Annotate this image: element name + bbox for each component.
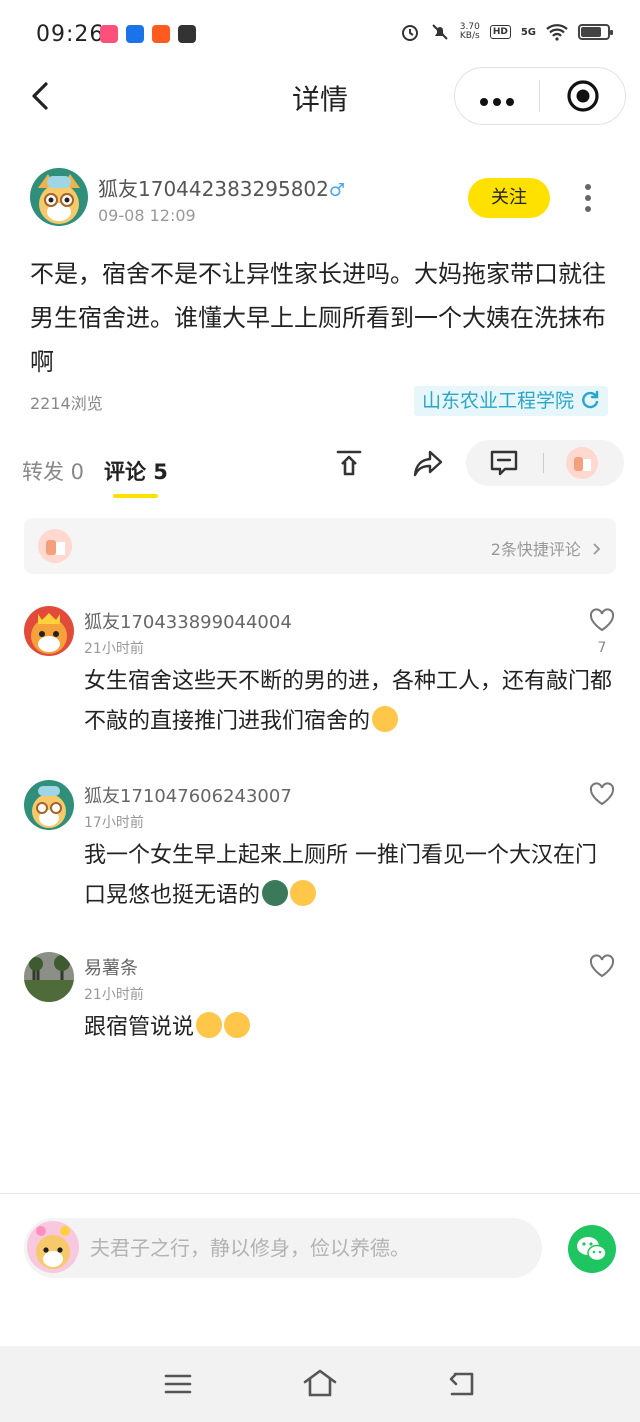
emoji-icon [196,1012,223,1038]
app-notification-icon [100,25,118,43]
fox-avatar-icon [24,606,74,656]
reaction-pill [466,440,624,486]
vertical-more-icon[interactable] [580,182,596,214]
emoji-icon [372,706,399,732]
comment-input-bar [24,1218,542,1278]
pill-divider [543,453,544,473]
wechat-share-button[interactable] [568,1225,616,1273]
post-time: 09-08 12:09 [98,206,196,225]
emoji-icon [290,880,317,906]
hd-badge: HD [489,25,511,39]
mute-bell-icon [432,24,448,40]
comment-input[interactable] [90,1228,520,1268]
school-tag[interactable]: 山东农业工程学院 [413,386,608,416]
comment-text: 我一个女生早上起来上厕所 一推门看见一个大汉在门口晃悠也挺无语的 [84,843,597,908]
system-nav-bar [0,1346,640,1422]
app-notification-icon [178,25,196,43]
wifi-icon [546,24,568,41]
status-app-icons [100,25,196,43]
my-avatar [27,1221,79,1273]
commenter-avatar[interactable] [24,606,74,656]
thumbs-up-avatar-icon[interactable] [566,447,598,479]
target-circle-icon [566,80,599,112]
status-time: 09:26 [36,22,105,47]
net-speed: 3.70 KB/s [459,22,480,41]
app-notification-icon [126,25,144,43]
post-header: 狐友170442383295802♂ 09-08 12:09 关注 [30,168,610,228]
fox-avatar-icon [27,1221,79,1273]
commenter-name[interactable]: 易薯条 [84,954,138,980]
status-bar: 09:26 3.70 KB/s HD 5G [0,0,640,70]
landscape-avatar-icon [24,952,74,1002]
pin-top-icon[interactable] [334,448,364,478]
share-arrow-icon[interactable] [412,448,444,478]
commenter-name[interactable]: 狐友171047606243007 [84,782,292,808]
refresh-icon [582,390,599,409]
home-icon[interactable] [302,1368,338,1398]
comment-time: 21小时前 [84,641,144,657]
comment-time: 17小时前 [84,815,144,831]
signal-5g: 5G [520,26,536,38]
fox-avatar-icon [30,168,88,226]
post-tabs: 转发 0 评论 5 [0,440,640,500]
status-indicators: 3.70 KB/s HD 5G [400,22,613,42]
nav-bar: 详情 [0,64,640,128]
tab-comments[interactable]: 评论 5 [104,456,168,486]
comment-text: 女生宿舍这些天不断的男的进，各种工人，还有敲门都不敲的直接推门进我们宿舍的 [84,669,613,734]
alarm-icon [401,25,418,41]
more-dots-icon [480,97,514,106]
quick-comments-bar[interactable]: 2条快捷评论 [24,518,616,574]
bottom-divider [0,1193,640,1194]
active-tab-indicator [113,494,158,498]
emoji-icon [224,1012,251,1038]
commenter-avatar[interactable] [24,952,74,1002]
close-mini-program-button[interactable] [540,79,625,113]
follow-button[interactable]: 关注 [468,178,550,218]
comment-time: 21小时前 [84,987,144,1003]
quick-comments-label: 2条快捷评论 [491,536,604,560]
comment-bubble-icon[interactable] [488,448,520,478]
back-icon[interactable] [446,1370,478,1398]
like-count: 7 [597,640,607,656]
heart-icon[interactable] [589,782,615,806]
commenter-avatar[interactable] [24,780,74,830]
heart-icon[interactable] [589,954,615,978]
mini-program-capsule [454,67,626,125]
chevron-right-icon [593,543,601,555]
battery-icon [578,24,613,40]
menu-icon[interactable] [164,1372,192,1396]
male-gender-icon: ♂ [328,180,346,201]
post-content: 不是，宿舍不是不让异性家长进吗。大妈拖家带口就往男生宿舍进。谁懂大早上上厕所看到… [30,260,606,376]
emoji-icon [262,880,289,906]
author-avatar[interactable] [30,168,88,226]
author-name[interactable]: 狐友170442383295802♂ [98,173,345,202]
heart-icon[interactable] [589,608,615,632]
wechat-icon [577,1237,607,1262]
fox-avatar-icon [24,780,74,830]
app-notification-icon [152,25,170,43]
commenter-name[interactable]: 狐友170433899044004 [84,608,292,634]
view-count: 2214浏览 [30,394,103,413]
comment-text: 跟宿管说说 [84,1008,614,1048]
more-options-button[interactable] [455,86,539,107]
tab-repost[interactable]: 转发 0 [22,456,84,486]
thumbs-up-avatar-icon [38,529,72,563]
